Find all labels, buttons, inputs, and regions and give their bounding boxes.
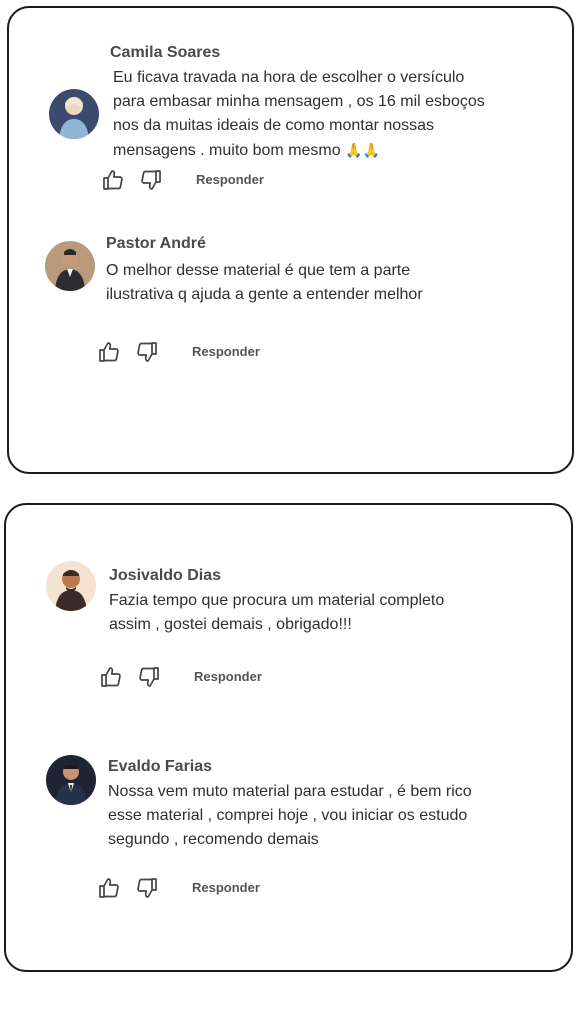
thumbs-down-icon[interactable] [139,168,163,192]
thumbs-up-icon[interactable] [97,876,121,900]
user-avatar-photo-icon [46,561,96,611]
comment-text: Nossa vem muto material para estudar , é… [108,783,472,848]
comments-card-1: Camila Soares Eu ficava travada na hora … [7,6,574,474]
comments-card-2: Josivaldo Dias Fazia tempo que procura u… [4,503,573,972]
comment-text: Eu ficava travada na hora de escolher o … [113,66,485,163]
user-avatar-photo-icon [46,755,96,805]
reply-button[interactable]: Responder [192,344,260,359]
thumbs-up-icon[interactable] [99,665,123,689]
thumbs-down-icon[interactable] [137,665,161,689]
comment-author[interactable]: Josivaldo Dias [109,567,221,585]
comment-author[interactable]: Evaldo Farias [108,758,212,776]
user-avatar-photo-icon [49,89,99,139]
comment-actions: Responder [101,168,281,194]
praying-hands-emoji: 🙏🙏 [345,142,380,158]
reply-button[interactable]: Responder [192,880,260,895]
comment-author[interactable]: Pastor André [106,235,206,253]
thumbs-down-icon[interactable] [135,340,159,364]
comment-text: O melhor desse material é que tem a part… [106,262,423,303]
comment-actions: Responder [97,340,277,366]
thumbs-down-icon[interactable] [135,876,159,900]
avatar[interactable] [46,755,96,805]
comment-author[interactable]: Camila Soares [110,44,220,62]
user-avatar-photo-icon [45,241,95,291]
thumbs-up-icon[interactable] [101,168,125,192]
avatar[interactable] [46,561,96,611]
comment-actions: Responder [99,665,279,691]
comment-text: Fazia tempo que procura um material comp… [109,592,445,633]
reply-button[interactable]: Responder [196,172,264,187]
avatar[interactable] [45,241,95,291]
avatar[interactable] [49,89,99,139]
thumbs-up-icon[interactable] [97,340,121,364]
reply-button[interactable]: Responder [194,669,262,684]
comment-body: Eu ficava travada na hora de escolher o … [113,69,485,159]
comment-actions: Responder [97,876,277,902]
